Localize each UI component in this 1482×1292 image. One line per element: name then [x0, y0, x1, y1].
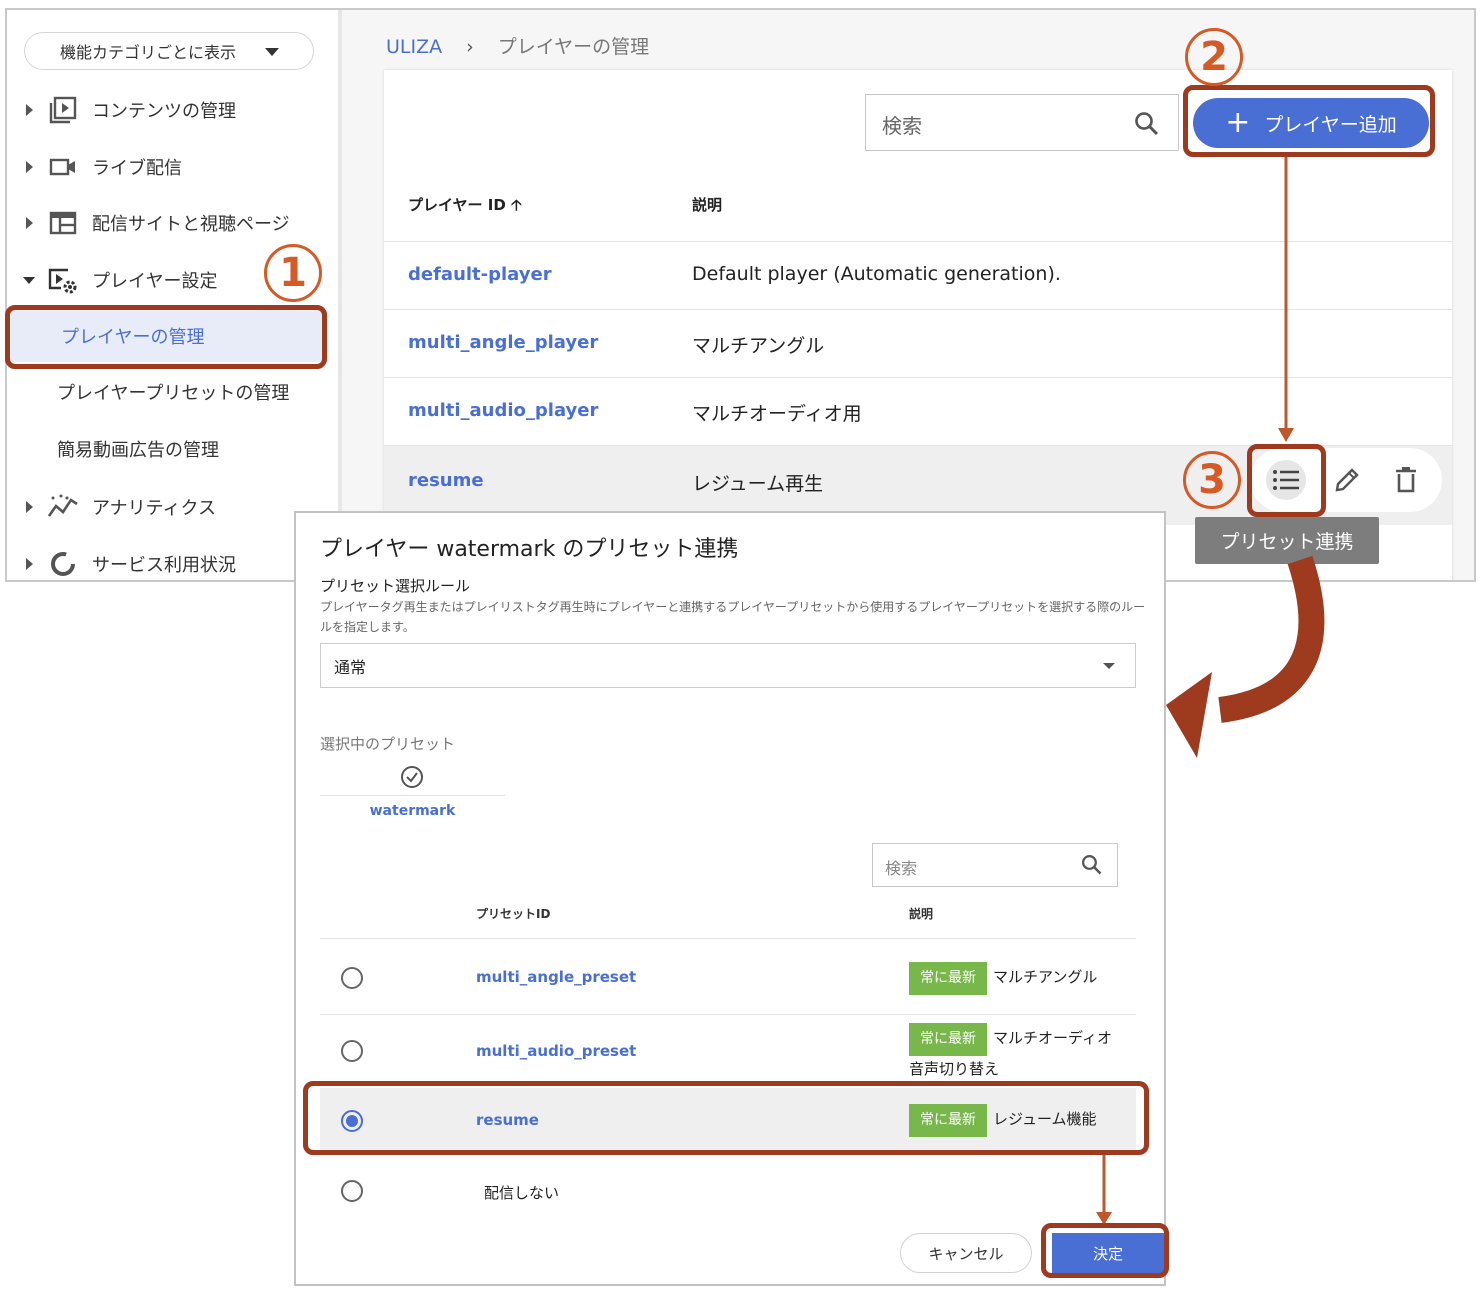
selected-preset-name[interactable]: watermark: [320, 803, 505, 819]
column-header-preset-id: プリセットID: [476, 907, 551, 921]
rule-help-text: プレイヤータグ再生またはプレイリストタグ再生時にプレイヤーと連携するプレイヤープ…: [320, 600, 1146, 634]
search-placeholder: 検索: [882, 114, 922, 138]
callout-highlight-preset-link: [1247, 444, 1326, 517]
callout-highlight-player-management: [5, 305, 327, 369]
callout-number-1: 1: [264, 244, 322, 302]
player-description: マルチオーディオ用: [692, 403, 862, 425]
always-latest-badge: 常に最新: [909, 962, 987, 995]
player-id-link[interactable]: multi_angle_player: [408, 332, 598, 353]
preset-link-dialog: プレイヤー watermark のプリセット連携 プリセット選択ルール プレイヤ…: [294, 511, 1166, 1286]
search-icon[interactable]: [1081, 854, 1103, 880]
selected-divider: [320, 795, 505, 796]
callout-number-2: 2: [1185, 28, 1243, 86]
sidebar-subitem-video-ads[interactable]: 簡易動画広告の管理: [7, 423, 338, 475]
preset-search-input[interactable]: 検索: [872, 843, 1118, 887]
usage-donut-icon: [47, 548, 79, 580]
search-placeholder: 検索: [885, 859, 918, 878]
player-description: マルチアングル: [692, 335, 825, 357]
sidebar-item-label: コンテンツの管理: [92, 101, 236, 122]
column-header-player-id[interactable]: プレイヤー ID 🡡: [408, 194, 522, 220]
callout-number-3: 3: [1183, 451, 1241, 509]
collapse-arrow-icon: [23, 276, 35, 284]
callout-highlight-add-player: [1183, 85, 1435, 157]
trash-icon: [1396, 467, 1416, 493]
expand-arrow-icon: [26, 217, 33, 229]
sidebar-item-usage[interactable]: サービス利用状況: [7, 544, 338, 580]
expand-arrow-icon: [26, 104, 33, 116]
breadcrumb: ULIZA › プレイヤーの管理: [386, 32, 649, 59]
expand-arrow-icon: [26, 558, 33, 570]
table-row[interactable]: multi_audio_player マルチオーディオ用: [384, 377, 1452, 445]
table-row[interactable]: default-player Default player (Automatic…: [384, 241, 1452, 309]
preset-id-link[interactable]: multi_audio_preset: [476, 1042, 636, 1060]
check-circle-icon: [400, 765, 424, 793]
preset-row[interactable]: multi_angle_preset 常に最新 マルチアングル: [320, 938, 1136, 1014]
sidebar-item-label: ライブ配信: [92, 158, 182, 179]
search-icon[interactable]: [1134, 111, 1160, 141]
player-id-link[interactable]: default-player: [408, 264, 552, 285]
sidebar-item-analytics[interactable]: アナリティクス: [7, 487, 338, 527]
sidebar-item-sites[interactable]: 配信サイトと視聴ページ: [7, 203, 338, 243]
preset-id-link[interactable]: multi_angle_preset: [476, 968, 636, 986]
table-row[interactable]: multi_angle_player マルチアングル: [384, 309, 1452, 377]
edit-button[interactable]: [1327, 460, 1367, 500]
callout-highlight-resume-row: [303, 1081, 1149, 1155]
column-header-description: 説明: [909, 907, 934, 921]
selected-preset-label: 選択中のプリセット: [320, 735, 456, 753]
radio-button[interactable]: [341, 967, 363, 989]
always-latest-badge: 常に最新: [909, 1023, 987, 1056]
sidebar-item-label: アナリティクス: [92, 498, 217, 519]
player-id-link[interactable]: multi_audio_player: [408, 400, 598, 421]
sidebar-item-label: プレイヤー設定: [92, 271, 218, 292]
preset-row[interactable]: 配信しない: [320, 1158, 1136, 1218]
player-id-link[interactable]: resume: [408, 470, 484, 491]
player-description: Default player (Automatic generation).: [692, 263, 1061, 285]
cancel-button[interactable]: キャンセル: [900, 1233, 1032, 1273]
category-select-label: 機能カテゴリごとに表示: [60, 43, 237, 62]
breadcrumb-root-link[interactable]: ULIZA: [386, 36, 442, 58]
curved-arrow-to-dialog: [1166, 555, 1325, 758]
pencil-icon: [1335, 468, 1359, 492]
preset-description-text: マルチアングル: [993, 968, 1098, 986]
video-camera-icon: [47, 151, 79, 183]
sidebar-subitem-label: 簡易動画広告の管理: [57, 440, 219, 461]
player-description: レジューム再生: [692, 473, 824, 495]
analytics-icon: [47, 491, 79, 523]
preset-row[interactable]: multi_audio_preset 常に最新 マルチオーディオ音声切り替え: [320, 1014, 1136, 1084]
no-delivery-label: 配信しない: [484, 1184, 560, 1202]
caret-down-icon: [265, 48, 279, 56]
breadcrumb-separator: ›: [466, 36, 474, 58]
web-layout-icon: [47, 207, 79, 239]
expand-arrow-icon: [26, 161, 33, 173]
dialog-title: プレイヤー watermark のプリセット連携: [320, 537, 739, 562]
sidebar-subitem-label: プレイヤープリセットの管理: [57, 383, 290, 404]
rule-label: プリセット選択ルール: [320, 577, 471, 595]
sidebar-item-contents[interactable]: コンテンツの管理: [7, 90, 338, 130]
caret-down-icon: [1103, 663, 1115, 669]
radio-button[interactable]: [341, 1040, 363, 1062]
rule-select[interactable]: 通常: [320, 643, 1136, 688]
player-settings-icon: [47, 264, 79, 296]
sidebar-item-label: 配信サイトと視聴ページ: [92, 214, 290, 235]
rule-select-value: 通常: [334, 657, 367, 677]
delete-button[interactable]: [1386, 460, 1426, 500]
breadcrumb-current: プレイヤーの管理: [497, 36, 650, 58]
sidebar-subitem-player-presets[interactable]: プレイヤープリセットの管理: [7, 366, 338, 418]
radio-button[interactable]: [341, 1180, 363, 1202]
preset-description: 常に最新 マルチアングル: [909, 962, 1124, 995]
sidebar-item-label: サービス利用状況: [92, 555, 236, 576]
category-display-select[interactable]: 機能カテゴリごとに表示: [24, 32, 314, 70]
sidebar-item-live[interactable]: ライブ配信: [7, 147, 338, 187]
callout-highlight-ok-button: [1041, 1223, 1169, 1278]
preset-description: 常に最新 マルチオーディオ音声切り替え: [909, 1023, 1124, 1083]
play-library-icon: [47, 94, 79, 126]
preset-link-tooltip: プリセット連携: [1195, 517, 1379, 564]
expand-arrow-icon: [26, 501, 33, 513]
player-search-input[interactable]: 検索: [865, 94, 1179, 151]
column-header-description: 説明: [692, 196, 723, 214]
